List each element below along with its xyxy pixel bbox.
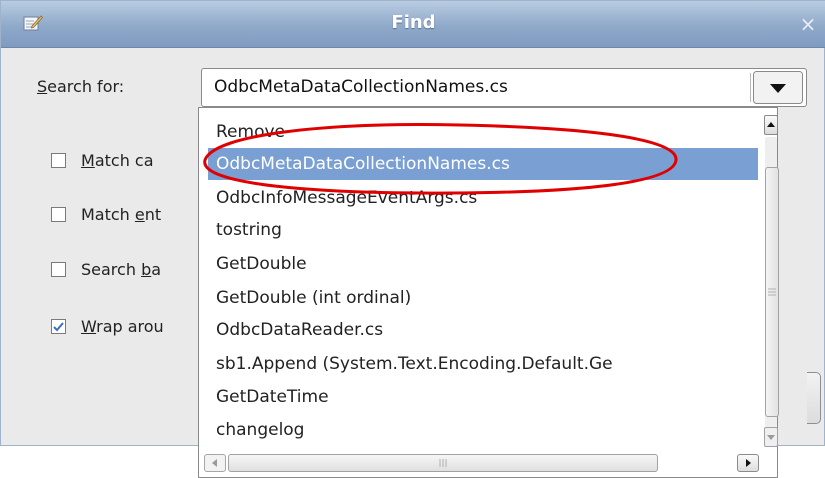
search-backwards-label: Search ba (81, 260, 162, 279)
search-backwards-checkbox[interactable] (51, 262, 66, 277)
triangle-right-icon (746, 459, 751, 467)
search-for-label: Search for: (37, 77, 124, 96)
grip-icon (768, 288, 776, 296)
scroll-thumb-horizontal[interactable] (228, 454, 658, 472)
list-item[interactable]: GetDouble (208, 248, 758, 280)
scroll-thumb[interactable] (765, 167, 779, 417)
close-icon[interactable]: × (797, 13, 819, 35)
match-entire-label: Match ent (81, 205, 162, 224)
search-label-text: earch for: (47, 77, 125, 96)
history-list[interactable]: Remove OdbcMetaDataCollectionNames.cs Od… (208, 116, 758, 451)
list-item[interactable]: tostring (208, 214, 758, 246)
scroll-right-button[interactable] (737, 454, 759, 472)
scroll-track[interactable] (765, 137, 779, 427)
list-item[interactable]: Remove (208, 116, 758, 148)
titlebar[interactable]: Find × (1, 1, 825, 48)
wrap-around-checkbox[interactable] (51, 319, 66, 334)
match-case-checkbox[interactable] (51, 153, 66, 168)
search-mnemonic: S (37, 77, 48, 96)
grip-icon (439, 459, 447, 467)
list-item[interactable]: GetDateTime (208, 381, 758, 413)
triangle-up-icon (767, 122, 775, 127)
list-item[interactable]: GetDouble (int ordinal) (208, 282, 758, 314)
history-dropdown[interactable]: Remove OdbcMetaDataCollectionNames.cs Od… (198, 107, 779, 478)
triangle-down-icon[interactable] (753, 71, 803, 104)
wrap-around-label: Wrap arou (81, 317, 164, 336)
list-item[interactable]: OdbcDataReader.cs (208, 314, 758, 346)
list-item[interactable]: OdbcInfoMessageEventArgs.cs (208, 182, 758, 214)
scroll-left-button[interactable] (204, 454, 226, 472)
window-title: Find (391, 12, 436, 33)
list-item-selected[interactable]: OdbcMetaDataCollectionNames.cs (208, 148, 758, 180)
search-input[interactable]: OdbcMetaDataCollectionNames.cs (214, 77, 508, 97)
match-entire-checkbox[interactable] (51, 207, 66, 222)
triangle-left-icon (212, 459, 217, 467)
list-item[interactable]: sb1.Append (System.Text.Encoding.Default… (208, 348, 758, 380)
checkmark-icon (53, 322, 64, 332)
combo-separator (750, 73, 751, 102)
partial-button[interactable] (807, 372, 821, 424)
triangle-down-icon (767, 435, 775, 440)
horizontal-scrollbar[interactable] (204, 454, 759, 472)
scroll-up-button[interactable] (764, 115, 778, 135)
scroll-down-button[interactable] (764, 427, 778, 447)
match-case-label: Match ca (81, 151, 154, 170)
search-combobox[interactable]: OdbcMetaDataCollectionNames.cs (201, 68, 807, 107)
list-item[interactable]: changelog (208, 414, 758, 446)
vertical-scrollbar[interactable] (764, 115, 779, 449)
